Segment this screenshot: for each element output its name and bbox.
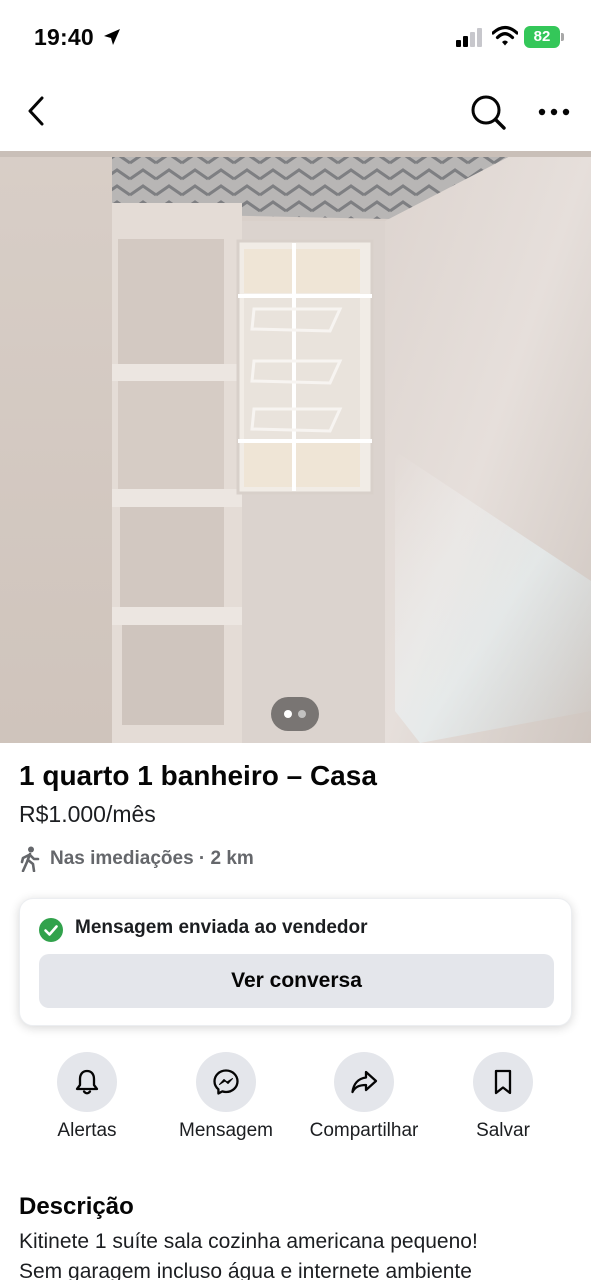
messenger-icon: [213, 1069, 239, 1095]
description-heading: Descrição: [19, 1193, 134, 1220]
message-label: Mensagem: [179, 1120, 273, 1141]
message-status-text: Mensagem enviada ao vendedor: [75, 917, 368, 938]
location-arrow-icon: [104, 29, 120, 45]
status-time: 19:40: [34, 24, 94, 50]
save-button[interactable]: [473, 1052, 533, 1112]
share-icon: [351, 1070, 378, 1094]
pager-dot-active[interactable]: [284, 710, 292, 718]
wifi-icon: [492, 25, 518, 46]
location-text: Nas imediações · 2 km: [50, 848, 254, 869]
bookmark-icon: [494, 1069, 512, 1095]
share-label: Compartilhar: [309, 1120, 419, 1141]
chevron-left-icon[interactable]: [18, 90, 54, 132]
action-row: Alertas Mensagem Compartilhar Salvar: [0, 1050, 591, 1150]
description-line: Sem garagem incluso água e internete amb…: [19, 1260, 472, 1280]
message-sent-card: Mensagem enviada ao vendedor Ver convers…: [19, 898, 572, 1026]
view-conversation-button[interactable]: Ver conversa: [39, 954, 554, 1008]
description-line: Kitinete 1 suíte sala cozinha americana …: [19, 1230, 478, 1253]
listing-title: 1 quarto 1 banheiro – Casa: [19, 760, 377, 791]
share-button[interactable]: [334, 1052, 394, 1112]
alerts-button[interactable]: [57, 1052, 117, 1112]
search-icon[interactable]: [466, 90, 510, 134]
more-dots-icon[interactable]: [534, 94, 574, 130]
nav-bar: [0, 80, 591, 142]
walking-person-icon: [20, 846, 40, 872]
listing-price: R$1.000/mês: [19, 801, 156, 827]
check-circle-icon: [39, 918, 63, 942]
cellular-signal-icon: [456, 28, 482, 47]
bell-icon: [75, 1069, 99, 1095]
gallery-pager: [271, 697, 319, 731]
listing-location: Nas imediações · 2 km: [19, 845, 254, 873]
share-action[interactable]: Compartilhar: [299, 1050, 429, 1150]
status-bar: 19:40 82: [0, 0, 591, 76]
save-action[interactable]: Salvar: [438, 1050, 568, 1150]
message-action[interactable]: Mensagem: [161, 1050, 291, 1150]
battery-indicator: 82: [524, 26, 564, 48]
pager-dot[interactable]: [298, 710, 306, 718]
alerts-action[interactable]: Alertas: [22, 1050, 152, 1150]
message-button[interactable]: [196, 1052, 256, 1112]
battery-level: 82: [533, 28, 551, 45]
room-photo-illustration: [0, 151, 591, 743]
alerts-label: Alertas: [57, 1120, 117, 1141]
listing-photo[interactable]: [0, 151, 591, 743]
save-label: Salvar: [476, 1120, 530, 1141]
